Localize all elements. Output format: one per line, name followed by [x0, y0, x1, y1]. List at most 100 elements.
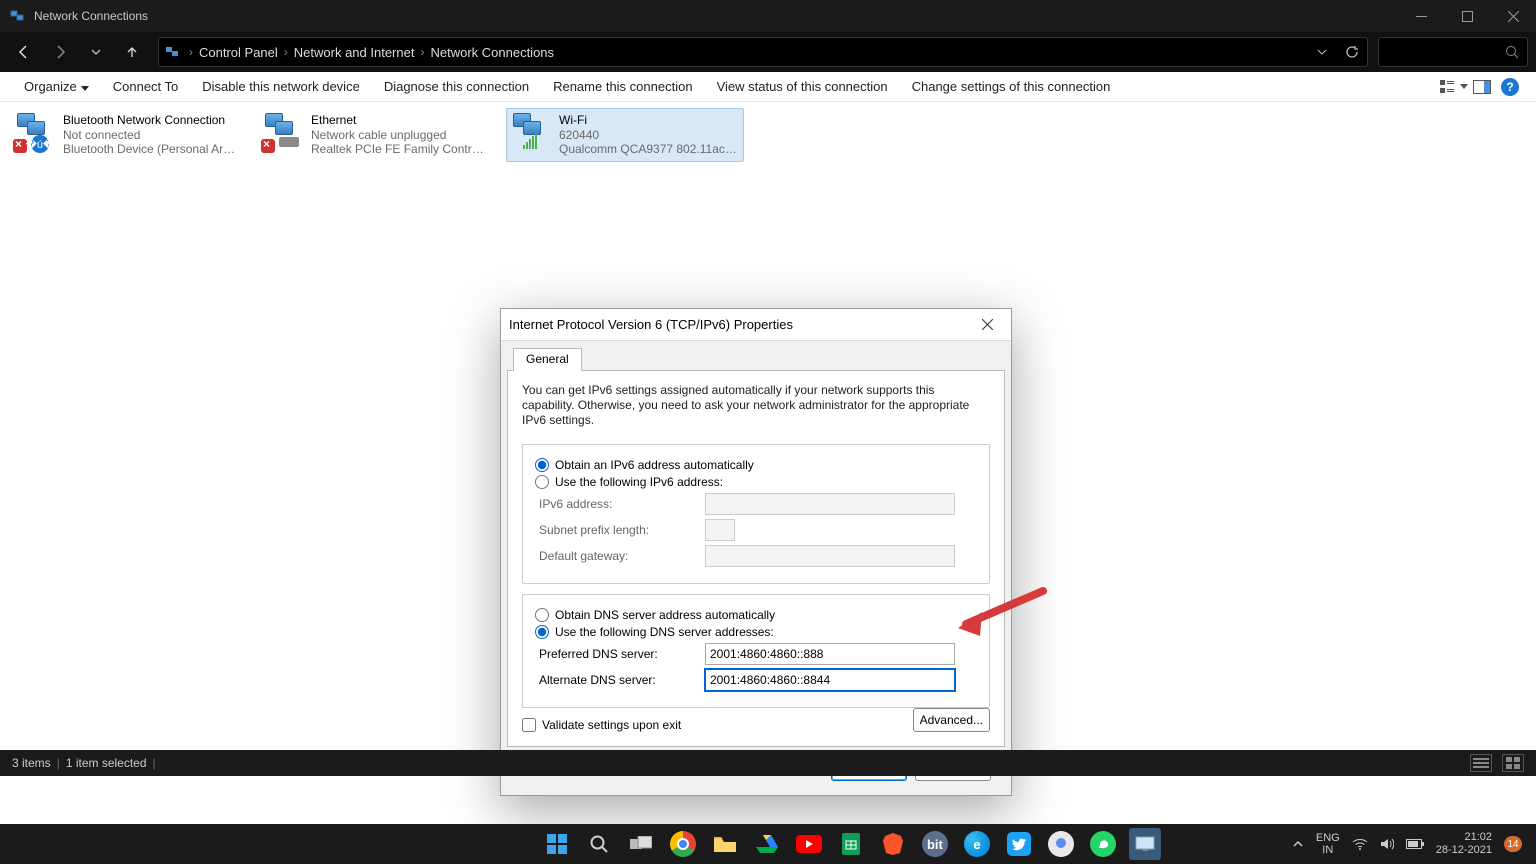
brave-icon [883, 833, 903, 855]
battery-tray-icon[interactable] [1406, 839, 1424, 849]
chrome-icon [670, 831, 696, 857]
alternate-dns-input[interactable] [705, 669, 955, 691]
navigation-bar: › Control Panel › Network and Internet ›… [0, 32, 1536, 72]
view-details-button[interactable] [1470, 754, 1492, 772]
minimize-button[interactable] [1398, 0, 1444, 32]
status-selected-count: 1 item selected [66, 756, 147, 770]
task-view-icon [630, 836, 652, 852]
adapter-desc: Bluetooth Device (Personal Area ... [63, 142, 241, 157]
taskbar-app-bit[interactable]: bit [919, 828, 951, 860]
command-item[interactable]: Diagnose this connection [372, 79, 541, 94]
taskbar-app-sheets[interactable] [835, 828, 867, 860]
taskbar-app-youtube[interactable] [793, 828, 825, 860]
dialog-titlebar: Internet Protocol Version 6 (TCP/IPv6) P… [501, 309, 1011, 341]
radio-ip-manual[interactable]: Use the following IPv6 address: [535, 475, 977, 489]
taskbar-search-button[interactable] [583, 828, 615, 860]
organize-menu[interactable]: Organize [12, 79, 101, 94]
forward-button[interactable] [44, 36, 76, 68]
up-button[interactable] [116, 36, 148, 68]
adapter-name: Ethernet [311, 113, 489, 128]
dialog-description: You can get IPv6 settings assigned autom… [522, 383, 990, 428]
close-button[interactable] [1490, 0, 1536, 32]
adapter-item-ethernet[interactable]: Ethernet Network cable unplugged Realtek… [258, 108, 496, 162]
monitor-icon [1135, 836, 1155, 852]
window-titlebar: Network Connections [0, 0, 1536, 32]
system-tray: ENGIN 21:0228-12-2021 14 [1292, 831, 1536, 857]
edge-icon: e [964, 831, 990, 857]
volume-tray-icon[interactable] [1380, 838, 1394, 850]
view-large-button[interactable] [1502, 754, 1524, 772]
help-button[interactable]: ? [1496, 78, 1524, 96]
view-options-button[interactable] [1440, 80, 1468, 94]
whatsapp-icon [1090, 831, 1116, 857]
command-item[interactable]: View status of this connection [705, 79, 900, 94]
notification-badge[interactable]: 14 [1504, 836, 1522, 852]
dialog-tabstrip: General [507, 347, 1005, 371]
history-dropdown-button[interactable] [80, 36, 112, 68]
language-indicator[interactable]: ENGIN [1316, 832, 1340, 856]
search-icon [589, 834, 609, 854]
task-view-button[interactable] [625, 828, 657, 860]
window-title: Network Connections [30, 9, 1398, 23]
start-button[interactable] [541, 828, 573, 860]
advanced-button[interactable]: Advanced... [913, 708, 990, 732]
taskbar-app-chrome[interactable] [667, 828, 699, 860]
preferred-dns-input[interactable] [705, 643, 955, 665]
refresh-button[interactable] [1337, 45, 1367, 59]
command-item[interactable]: Connect To [101, 79, 191, 94]
taskbar-app-twitter[interactable] [1003, 828, 1035, 860]
preview-pane-button[interactable] [1468, 80, 1496, 94]
wifi-signal-icon [523, 133, 537, 147]
adapter-icon [513, 113, 553, 157]
chat-icon [1048, 831, 1074, 857]
taskbar-app-messages[interactable] [1045, 828, 1077, 860]
adapter-status: 620440 [559, 128, 737, 143]
sheets-icon [842, 833, 860, 855]
taskbar-app-control-panel[interactable] [1129, 828, 1161, 860]
command-item[interactable]: Disable this network device [190, 79, 372, 94]
adapter-item-bluetooth[interactable]: �ú� Bluetooth Network Connection Not con… [10, 108, 248, 162]
dns-group: Obtain DNS server address automatically … [522, 594, 990, 708]
ip-address-group: Obtain an IPv6 address automatically Use… [522, 444, 990, 584]
dialog-close-button[interactable] [971, 309, 1003, 341]
adapter-status: Not connected [63, 128, 241, 143]
search-input[interactable] [1378, 37, 1528, 67]
taskbar-app-drive[interactable] [751, 828, 783, 860]
taskbar-app-whatsapp[interactable] [1087, 828, 1119, 860]
back-button[interactable] [8, 36, 40, 68]
status-bar: 3 items | 1 item selected | [0, 750, 1536, 776]
default-gateway-input [705, 545, 955, 567]
clock[interactable]: 21:0228-12-2021 [1436, 831, 1492, 857]
wifi-tray-icon[interactable] [1352, 838, 1368, 850]
taskbar-app-brave[interactable] [877, 828, 909, 860]
taskbar-app-edge[interactable]: e [961, 828, 993, 860]
address-dropdown-button[interactable] [1307, 47, 1337, 57]
breadcrumb-item[interactable]: Network Connections [426, 45, 558, 60]
adapter-name: Bluetooth Network Connection [63, 113, 241, 128]
command-bar: Organize Connect To Disable this network… [0, 72, 1536, 102]
command-item[interactable]: Change settings of this connection [900, 79, 1123, 94]
ipv6-address-input [705, 493, 955, 515]
radio-dns-auto[interactable]: Obtain DNS server address automatically [535, 608, 977, 622]
location-icon [159, 44, 187, 60]
taskbar-app-explorer[interactable] [709, 828, 741, 860]
bluetooth-icon: �ú� [31, 135, 49, 153]
command-item[interactable]: Rename this connection [541, 79, 704, 94]
ipv6-address-label: IPv6 address: [535, 497, 705, 511]
breadcrumb-item[interactable]: Network and Internet [290, 45, 419, 60]
radio-dns-manual[interactable]: Use the following DNS server addresses: [535, 625, 977, 639]
twitter-icon [1007, 832, 1031, 856]
maximize-button[interactable] [1444, 0, 1490, 32]
adapter-name: Wi-Fi [559, 113, 737, 128]
adapter-item-wifi[interactable]: Wi-Fi 620440 Qualcomm QCA9377 802.11ac W… [506, 108, 744, 162]
address-bar[interactable]: › Control Panel › Network and Internet ›… [158, 37, 1368, 67]
app-icon [6, 8, 30, 24]
adapter-desc: Realtek PCIe FE Family Controller [311, 142, 489, 157]
help-icon: ? [1501, 78, 1519, 96]
subnet-prefix-label: Subnet prefix length: [535, 523, 705, 537]
error-icon [261, 139, 275, 153]
tab-general[interactable]: General [513, 348, 582, 371]
radio-ip-auto[interactable]: Obtain an IPv6 address automatically [535, 458, 977, 472]
breadcrumb-item[interactable]: Control Panel [195, 45, 282, 60]
tray-overflow-button[interactable] [1292, 838, 1304, 850]
